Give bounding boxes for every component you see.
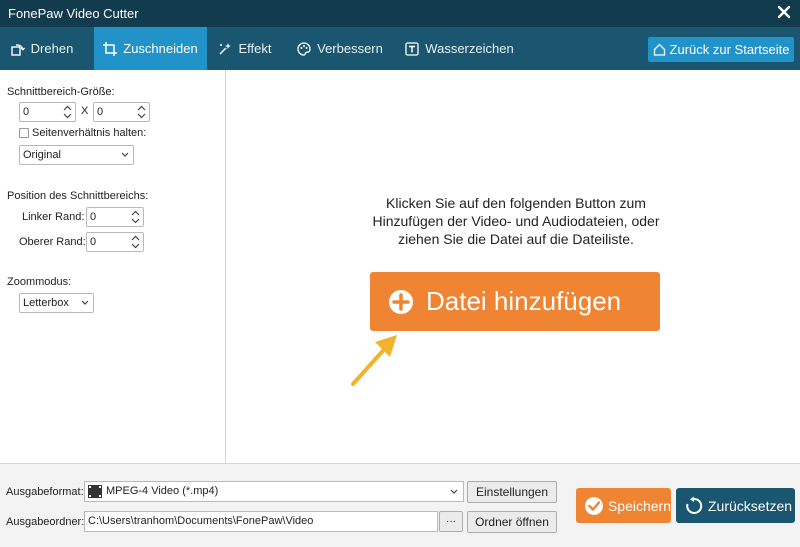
reset-icon xyxy=(686,496,703,514)
left-margin-spinner[interactable]: 0 xyxy=(86,207,144,227)
open-folder-button[interactable]: Ordner öffnen xyxy=(467,511,557,533)
spinner-arrows-icon[interactable] xyxy=(131,235,140,249)
zoom-mode-value: Letterbox xyxy=(23,297,69,309)
add-file-button[interactable]: Datei hinzufügen xyxy=(370,272,660,331)
ratio-select[interactable]: Original xyxy=(19,145,134,165)
tab-label: Verbessern xyxy=(317,41,383,56)
tab-verbessern[interactable]: Verbessern xyxy=(290,27,390,70)
window-title: FonePaw Video Cutter xyxy=(8,6,139,21)
effect-icon xyxy=(218,42,232,56)
video-format-icon xyxy=(88,485,102,498)
drop-hint-line: Klicken Sie auf den folgenden Button zum xyxy=(386,195,646,211)
left-margin-label: Linker Rand: xyxy=(22,211,85,223)
tab-wasserzeichen[interactable]: Wasserzeichen xyxy=(402,27,517,70)
crop-height-spinner[interactable]: 0 xyxy=(93,102,150,122)
home-icon xyxy=(653,43,666,56)
ratio-value: Original xyxy=(23,149,61,161)
tab-label: Drehen xyxy=(30,41,74,56)
crop-width-spinner[interactable]: 0 xyxy=(19,102,76,122)
crop-icon xyxy=(103,41,118,56)
output-folder-label: Ausgabeordner: xyxy=(6,516,85,528)
rotate-icon xyxy=(10,42,25,56)
drop-hint-line: ziehen Sie die Datei auf die Dateiliste. xyxy=(398,231,634,247)
close-icon[interactable] xyxy=(774,2,794,22)
pointer-arrow-icon xyxy=(351,335,397,386)
crop-height-value: 0 xyxy=(97,106,104,118)
position-label: Position des Schnittbereichs: xyxy=(7,190,149,202)
save-button-label: Speichern xyxy=(607,497,671,514)
drop-hint-line: Hinzufügen der Video- und Audiodateien, … xyxy=(372,213,660,229)
check-circle-icon xyxy=(584,496,603,515)
output-folder-field[interactable]: C:\Users\tranhom\Documents\FonePaw\Video xyxy=(84,511,438,532)
open-folder-label: Ordner öffnen xyxy=(475,515,549,529)
tab-zuschneiden[interactable]: Zuschneiden xyxy=(94,27,207,70)
output-format-select[interactable]: MPEG-4 Video (*.mp4) xyxy=(84,481,464,502)
left-margin-value: 0 xyxy=(90,211,97,223)
crop-size-label: Schnittbereich-Größe: xyxy=(7,86,115,98)
file-drop-zone[interactable]: Klicken Sie auf den folgenden Button zum… xyxy=(227,70,800,463)
chevron-down-icon xyxy=(81,300,89,305)
keep-ratio-checkbox[interactable] xyxy=(19,128,29,138)
plus-circle-icon xyxy=(389,289,413,314)
chevron-down-icon xyxy=(450,489,458,494)
output-format-value: MPEG-4 Video (*.mp4) xyxy=(106,485,219,497)
settings-button-label: Einstellungen xyxy=(475,485,549,499)
save-button[interactable]: Speichern xyxy=(576,488,671,523)
palette-icon xyxy=(297,41,311,56)
keep-ratio-label: Seitenverhältnis halten: xyxy=(32,127,147,139)
top-margin-value: 0 xyxy=(90,236,97,248)
zoom-mode-label: Zoommodus: xyxy=(7,276,72,288)
tab-label: Wasserzeichen xyxy=(425,41,514,56)
crop-settings-panel: Schnittbereich-Größe: 0 X 0 Seitenverhäl… xyxy=(0,70,226,463)
tab-effekt[interactable]: Effekt xyxy=(212,27,278,70)
title-bar: FonePaw Video Cutter xyxy=(0,0,800,27)
crop-width-value: 0 xyxy=(23,106,30,118)
reset-button[interactable]: Zurücksetzen xyxy=(676,488,795,523)
top-margin-spinner[interactable]: 0 xyxy=(86,232,144,252)
output-format-label: Ausgabeformat: xyxy=(6,486,84,498)
reset-button-label: Zurücksetzen xyxy=(708,497,793,514)
watermark-icon xyxy=(405,41,419,56)
browse-folder-button[interactable]: ··· xyxy=(439,511,463,532)
settings-button[interactable]: Einstellungen xyxy=(467,481,557,503)
add-file-label: Datei hinzufügen xyxy=(426,286,622,316)
top-margin-label: Oberer Rand: xyxy=(19,236,86,248)
times-label: X xyxy=(81,105,89,117)
home-button-label: Zurück zur Startseite xyxy=(669,42,790,57)
spinner-arrows-icon[interactable] xyxy=(63,105,72,119)
tab-label: Effekt xyxy=(238,41,272,56)
browse-folder-label: ··· xyxy=(446,516,456,527)
output-folder-value: C:\Users\tranhom\Documents\FonePaw\Video xyxy=(88,515,314,527)
spinner-arrows-icon[interactable] xyxy=(131,210,140,224)
drop-hint: Klicken Sie auf den folgenden Button zum… xyxy=(327,194,705,248)
zoom-mode-select[interactable]: Letterbox xyxy=(19,293,94,313)
tab-label: Zuschneiden xyxy=(123,41,198,56)
tab-drehen[interactable]: Drehen xyxy=(0,27,84,70)
chevron-down-icon xyxy=(121,152,129,157)
spinner-arrows-icon[interactable] xyxy=(137,105,146,119)
home-button[interactable]: Zurück zur Startseite xyxy=(648,37,794,62)
